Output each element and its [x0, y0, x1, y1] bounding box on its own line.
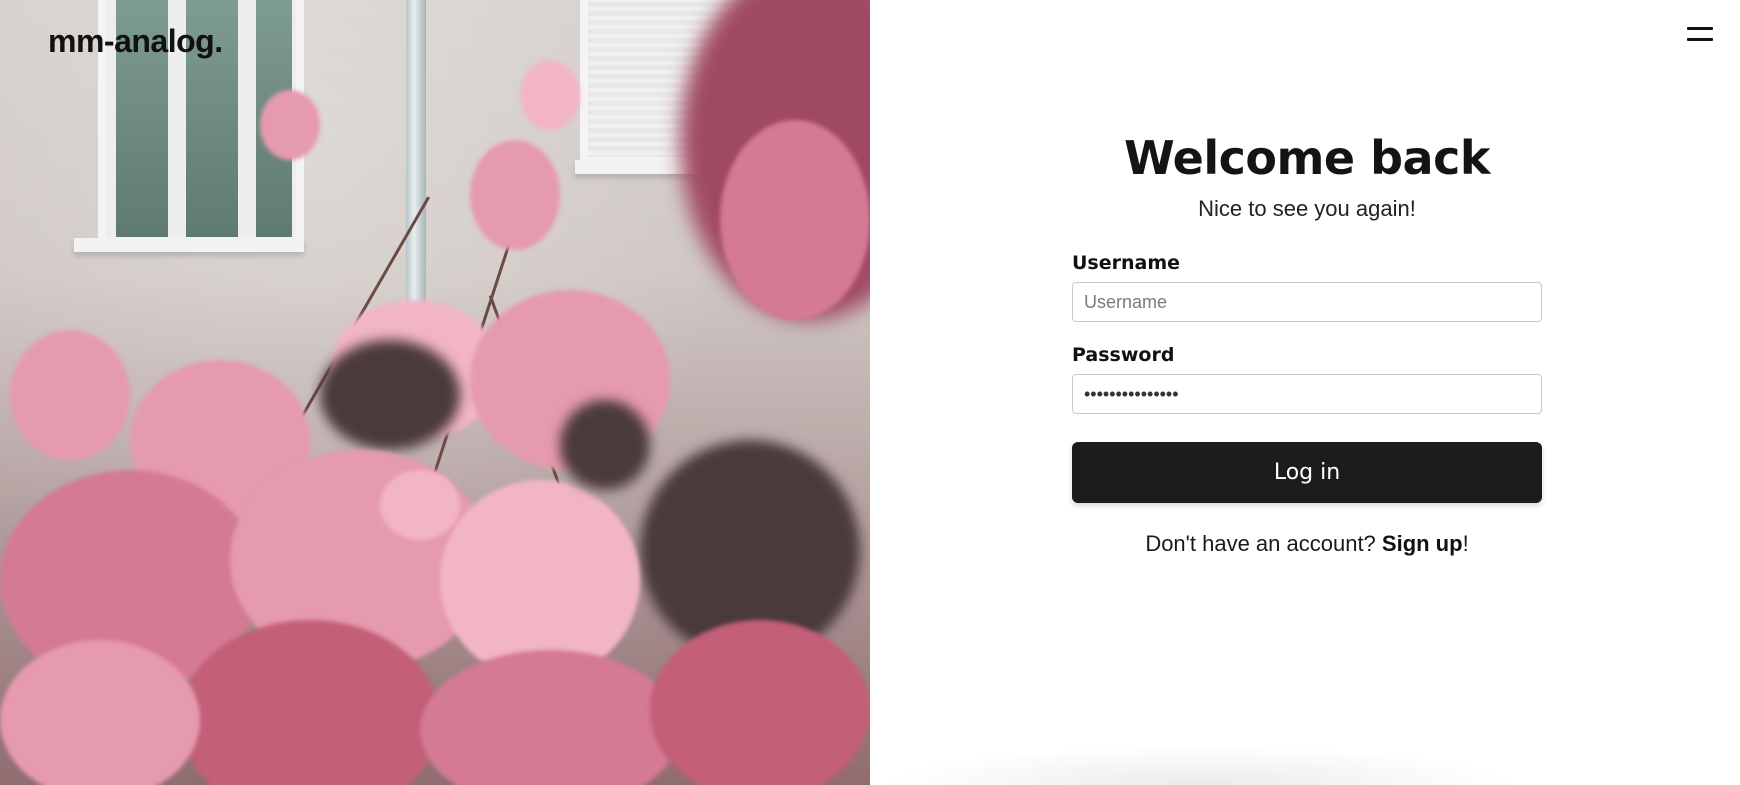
signup-suffix: ! [1462, 531, 1469, 556]
signup-prompt: Don't have an account? Sign up! [1072, 531, 1542, 557]
page-title: Welcome back [1124, 131, 1490, 185]
menu-line [1687, 27, 1713, 30]
login-button[interactable]: Log in [1072, 442, 1542, 503]
signup-link[interactable]: Sign up [1382, 531, 1463, 556]
hero-photo: mm-analog. [0, 0, 870, 785]
password-label: Password [1072, 344, 1175, 366]
brand-logo[interactable]: mm-analog. [48, 23, 223, 60]
password-input[interactable] [1072, 374, 1542, 414]
page-subtitle: Nice to see you again! [1198, 196, 1416, 221]
username-input[interactable] [1072, 282, 1542, 322]
signup-prefix: Don't have an account? [1145, 531, 1382, 556]
bottom-shadow [880, 745, 1520, 785]
drain-pipe [406, 0, 426, 310]
login-page: mm-analog. Welcome back Nice to see you … [0, 0, 1740, 785]
hamburger-menu-icon[interactable] [1682, 20, 1718, 48]
username-label: Username [1072, 252, 1181, 274]
menu-line [1687, 38, 1713, 41]
login-form: Welcome back Nice to see you again! User… [1072, 130, 1542, 557]
